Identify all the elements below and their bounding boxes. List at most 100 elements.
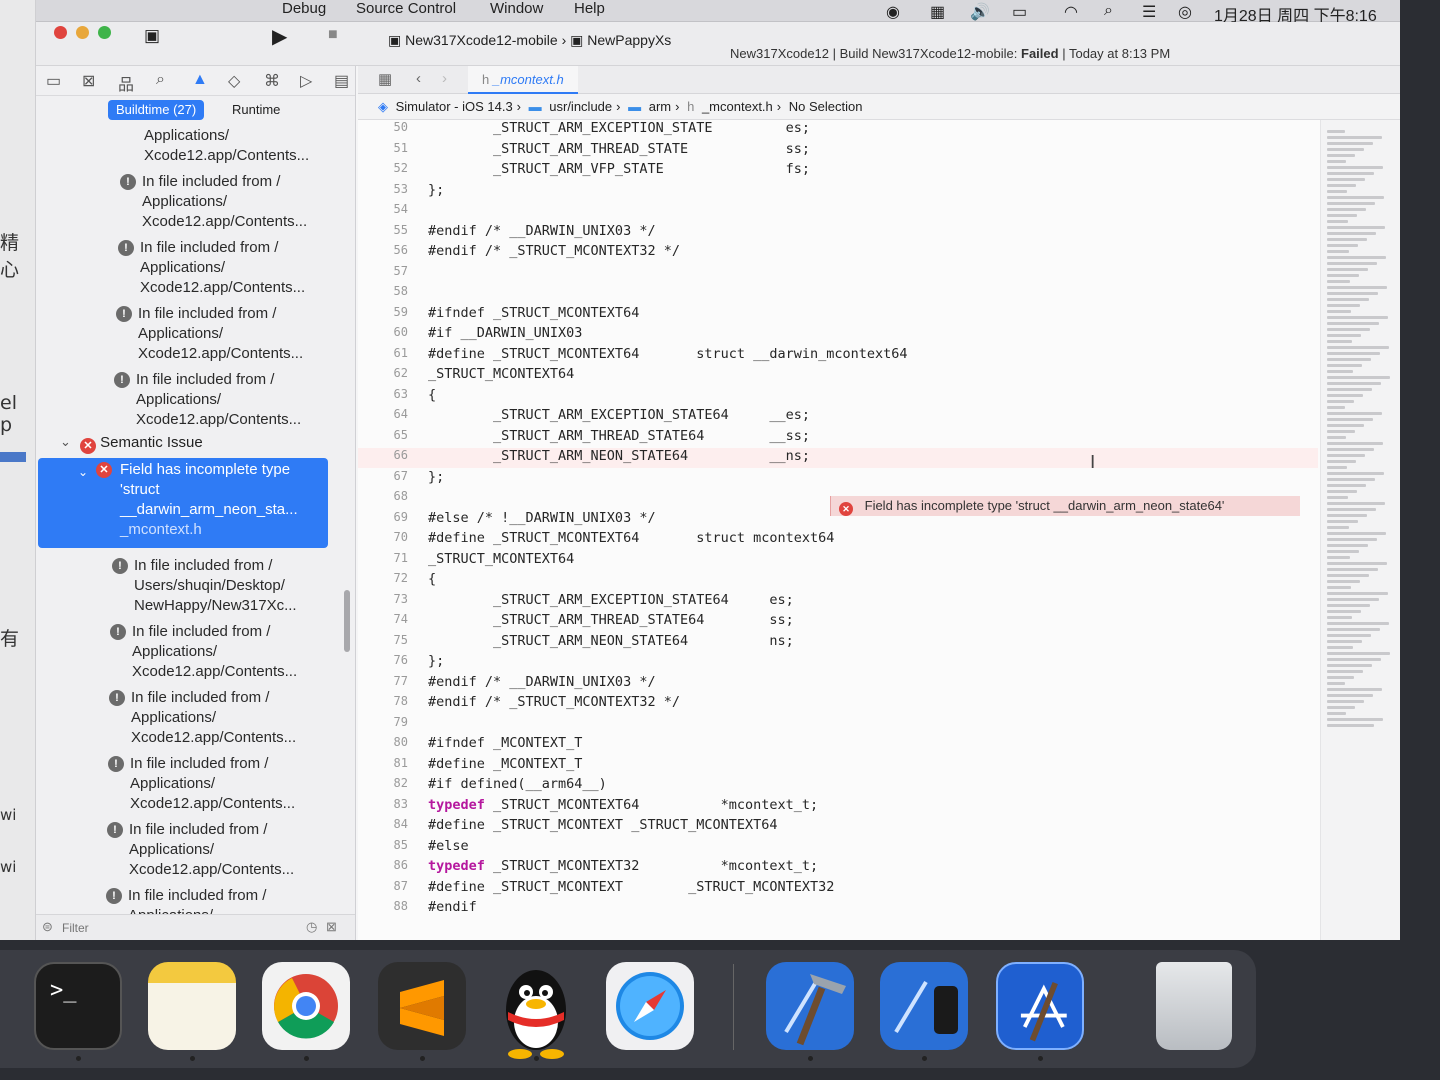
- chevron-right-icon[interactable]: ›: [442, 70, 447, 87]
- xcode-alt-icon[interactable]: [996, 962, 1084, 1050]
- code-line[interactable]: 55 #endif /* __DARWIN_UNIX03 */: [358, 223, 1318, 243]
- code-line[interactable]: 54: [358, 202, 1318, 222]
- xcode-icon[interactable]: [766, 962, 854, 1050]
- code-line[interactable]: 62 _STRUCT_MCONTEXT64: [358, 366, 1318, 386]
- code-line[interactable]: 71 _STRUCT_MCONTEXT64: [358, 551, 1318, 571]
- menu-debug[interactable]: Debug: [282, 0, 326, 17]
- code-line[interactable]: 64 _STRUCT_ARM_EXCEPTION_STATE64 __es;: [358, 407, 1318, 427]
- code-line[interactable]: 59 #ifndef _STRUCT_MCONTEXT64: [358, 305, 1318, 325]
- code-line[interactable]: 63 {: [358, 387, 1318, 407]
- control-center-icon[interactable]: ☰: [1142, 2, 1156, 22]
- code-line[interactable]: 80 #ifndef _MCONTEXT_T: [358, 735, 1318, 755]
- code-line[interactable]: 73 _STRUCT_ARM_EXCEPTION_STATE64 es;: [358, 592, 1318, 612]
- list-item[interactable]: ! In file included from / Applications/ …: [109, 688, 296, 748]
- menu-help[interactable]: Help: [574, 0, 605, 17]
- scheme-selector[interactable]: ▣ New317Xcode12-mobile › ▣ NewPappyXs: [388, 32, 671, 49]
- notes-icon[interactable]: [148, 962, 236, 1050]
- code-line[interactable]: 82 #if defined(__arm64__): [358, 776, 1318, 796]
- debug-icon[interactable]: ⌘: [264, 71, 280, 91]
- semantic-issue-group[interactable]: ⌄ ✕ Semantic Issue: [60, 434, 203, 454]
- recent-filter-icon[interactable]: ◷: [306, 919, 317, 935]
- code-line[interactable]: 76};: [358, 653, 1318, 673]
- issue-icon[interactable]: ▲: [192, 71, 208, 89]
- siri-icon[interactable]: ◎: [1178, 2, 1192, 22]
- code-line[interactable]: 84 #define _STRUCT_MCONTEXT _STRUCT_MCONT…: [358, 817, 1318, 837]
- trash-icon[interactable]: [1156, 962, 1232, 1050]
- input-method-icon[interactable]: ▦: [930, 2, 945, 22]
- code-line[interactable]: 65 _STRUCT_ARM_THREAD_STATE64 __ss;: [358, 428, 1318, 448]
- code-line[interactable]: 78 #endif /* _STRUCT_MCONTEXT32 */: [358, 694, 1318, 714]
- filter-icon[interactable]: ⊜: [42, 919, 53, 935]
- code-line[interactable]: 66 _STRUCT_ARM_NEON_STATE64 __ns;: [358, 448, 1318, 468]
- terminal-icon[interactable]: >_: [34, 962, 122, 1050]
- code-line[interactable]: 77 #endif /* __DARWIN_UNIX03 */: [358, 674, 1318, 694]
- xcode-beta-icon[interactable]: [880, 962, 968, 1050]
- list-item[interactable]: ! In file included from / Users/shuqin/D…: [112, 556, 297, 616]
- code-line[interactable]: 81 #define _MCONTEXT_T: [358, 756, 1318, 776]
- list-item[interactable]: ! In file included from / Applications/ …: [110, 622, 297, 682]
- spotlight-icon[interactable]: ⌕: [1104, 2, 1113, 20]
- code-line[interactable]: 50 _STRUCT_ARM_EXCEPTION_STATE es;: [358, 120, 1318, 140]
- code-line[interactable]: 60 #if __DARWIN_UNIX03: [358, 325, 1318, 345]
- qq-icon[interactable]: [492, 962, 580, 1059]
- sublime-icon[interactable]: [378, 962, 466, 1050]
- list-item[interactable]: ! In file included from / Applications/ …: [116, 304, 303, 364]
- code-line[interactable]: 74 _STRUCT_ARM_THREAD_STATE64 ss;: [358, 612, 1318, 632]
- chevron-down-icon[interactable]: ⌄: [78, 462, 88, 482]
- code-line[interactable]: 51 _STRUCT_ARM_THREAD_STATE ss;: [358, 141, 1318, 161]
- folder-icon[interactable]: ▭: [46, 71, 61, 91]
- menu-source-control[interactable]: Source Control: [356, 0, 456, 17]
- code-line[interactable]: 56 #endif /* _STRUCT_MCONTEXT32 */: [358, 243, 1318, 263]
- list-item[interactable]: ! In file included from / Applications/ …: [114, 370, 301, 430]
- inline-error-banner[interactable]: ✕ Field has incomplete type 'struct __da…: [830, 496, 1300, 516]
- list-item[interactable]: ! In file included from / Applications/ …: [120, 172, 307, 232]
- tab-mcontext[interactable]: h _mcontext.h: [468, 66, 578, 94]
- grid-icon[interactable]: ▦: [378, 70, 392, 88]
- symbol-icon[interactable]: 品: [118, 71, 134, 95]
- menu-window[interactable]: Window: [490, 0, 543, 17]
- code-line[interactable]: 85 #else: [358, 838, 1318, 858]
- stop-icon[interactable]: ■: [328, 26, 338, 44]
- navigator-scrollbar[interactable]: [344, 590, 350, 652]
- selected-issue[interactable]: ⌄ ✕ Field has incomplete type 'struct __…: [38, 458, 328, 548]
- code-line[interactable]: 75 _STRUCT_ARM_NEON_STATE64 ns;: [358, 633, 1318, 653]
- list-item[interactable]: ! In file included from / Applications/ …: [107, 820, 294, 880]
- find-icon[interactable]: ⌕: [156, 71, 165, 89]
- filter-input[interactable]: [62, 919, 292, 937]
- wifi-icon[interactable]: ◠: [1064, 2, 1078, 22]
- list-item[interactable]: ! In file included from / Applications/ …: [108, 754, 295, 814]
- code-line[interactable]: 52 _STRUCT_ARM_VFP_STATE fs;: [358, 161, 1318, 181]
- jumpbar-arm[interactable]: arm: [649, 99, 671, 114]
- safari-icon[interactable]: [606, 962, 694, 1050]
- tab-runtime[interactable]: Runtime: [224, 100, 288, 120]
- sidebar-toggle-icon[interactable]: ▣: [144, 26, 160, 46]
- chevron-down-icon[interactable]: ⌄: [60, 434, 71, 450]
- code-line[interactable]: 88 #endif: [358, 899, 1318, 919]
- code-line[interactable]: 61 #define _STRUCT_MCONTEXT64 struct __da…: [358, 346, 1318, 366]
- code-line[interactable]: 83 typedef _STRUCT_MCONTEXT64 *mcontext_t…: [358, 797, 1318, 817]
- chrome-icon[interactable]: [262, 962, 350, 1050]
- list-item[interactable]: Applications/ Xcode12.app/Contents...: [144, 126, 309, 166]
- code-line[interactable]: 86 typedef _STRUCT_MCONTEXT32 *mcontext_t…: [358, 858, 1318, 878]
- jumpbar-usr-include[interactable]: usr/include: [549, 99, 612, 114]
- run-icon[interactable]: ▶: [272, 24, 287, 49]
- jumpbar-simulator[interactable]: Simulator - iOS 14.3: [396, 99, 513, 114]
- code-line[interactable]: 57: [358, 264, 1318, 284]
- chevron-left-icon[interactable]: ‹: [416, 70, 421, 87]
- breakpoint-icon[interactable]: ▷: [300, 71, 312, 91]
- jumpbar-selection[interactable]: No Selection: [789, 99, 863, 114]
- report-icon[interactable]: ▤: [334, 71, 349, 91]
- tab-buildtime[interactable]: Buildtime (27): [108, 100, 205, 120]
- battery-icon[interactable]: ▭: [1012, 2, 1027, 22]
- list-item[interactable]: ! In file included from / Applications/ …: [118, 238, 305, 298]
- code-line[interactable]: 58: [358, 284, 1318, 304]
- minimap[interactable]: [1320, 120, 1400, 940]
- code-line[interactable]: 72 {: [358, 571, 1318, 591]
- code-line[interactable]: 79: [358, 715, 1318, 735]
- code-area[interactable]: 50 _STRUCT_ARM_EXCEPTION_STATE es; 51 _ST…: [358, 120, 1318, 940]
- code-line[interactable]: 67};: [358, 469, 1318, 489]
- code-line[interactable]: 53};: [358, 182, 1318, 202]
- volume-icon[interactable]: 🔊: [970, 2, 990, 22]
- code-line[interactable]: 87 #define _STRUCT_MCONTEXT _STRUCT_MCONT…: [358, 879, 1318, 899]
- test-icon[interactable]: ◇: [228, 71, 240, 91]
